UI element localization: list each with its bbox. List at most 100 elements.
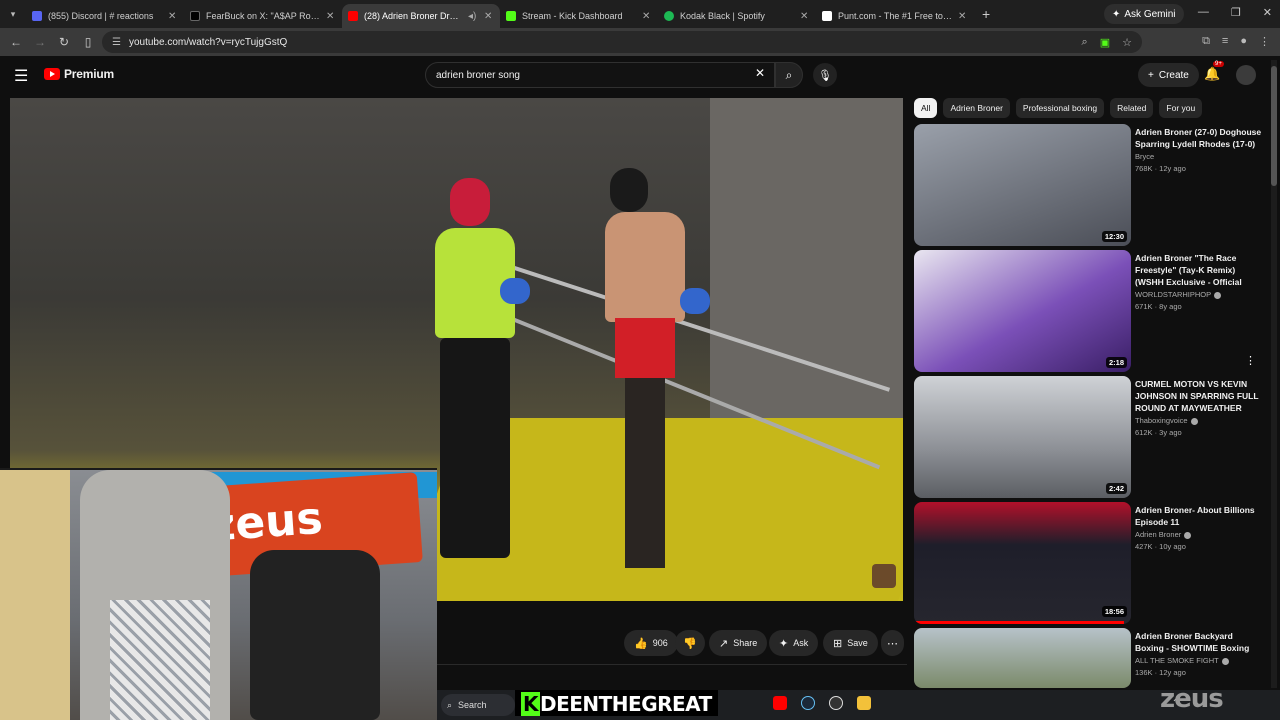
dislike-button[interactable]: 👎 (675, 630, 705, 656)
verified-icon (1221, 657, 1229, 665)
video-title[interactable]: Adrien Broner (27-0) Doghouse Sparring L… (1135, 126, 1263, 150)
reload-icon[interactable]: ↻ (52, 35, 76, 49)
channel-name[interactable]: Bryce (1135, 152, 1263, 161)
menu-icon[interactable]: ≡ (1222, 35, 1228, 48)
channel-name[interactable]: ALL THE SMOKE FIGHT (1135, 656, 1263, 665)
share-button[interactable]: ↗ Share (709, 630, 768, 656)
list-item[interactable]: 12:30 Adrien Broner (27-0) Doghouse Spar… (914, 124, 1269, 246)
profile-icon[interactable]: ● (1240, 35, 1247, 48)
video-thumbnail[interactable] (914, 628, 1131, 688)
more-actions-button[interactable]: ⋯ (881, 630, 904, 656)
video-title[interactable]: Adrien Broner- About Billions Episode 11 (1135, 504, 1263, 528)
chip-professional-boxing[interactable]: Professional boxing (1015, 98, 1105, 118)
video-meta: 612K · 3y ago (1135, 428, 1182, 437)
voice-search-button[interactable]: 🎙 (813, 63, 837, 87)
tab-spotify[interactable]: Kodak Black | Spotify ✕ (658, 4, 816, 28)
new-tab-icon[interactable]: + (982, 6, 990, 22)
notification-badge: 9+ (1213, 61, 1224, 67)
clear-search-icon[interactable]: ✕ (755, 66, 765, 80)
restore-icon[interactable]: ❐ (1231, 6, 1241, 19)
share-label: Share (733, 638, 758, 648)
forward-icon[interactable]: → (28, 35, 52, 49)
zoom-icon[interactable]: ⌕ (1082, 36, 1088, 49)
minimize-icon[interactable]: — (1198, 6, 1209, 19)
chip-related[interactable]: Related (1110, 98, 1154, 118)
channel-watermark[interactable] (872, 564, 896, 588)
video-title[interactable]: Adrien Broner "The Race Freestyle" (Tay-… (1135, 252, 1263, 288)
blue-glove (680, 288, 710, 314)
bare-torso (605, 212, 685, 322)
bookmark-star-icon[interactable]: ☆ (1122, 36, 1132, 49)
obs-icon[interactable] (829, 696, 843, 710)
back-icon[interactable]: ← (4, 35, 28, 49)
sidebar-icon[interactable]: ▯ (76, 35, 100, 49)
tab-search-icon[interactable]: ▾ (0, 9, 26, 20)
extension-puzzle-icon[interactable]: ⧉ (1202, 35, 1210, 48)
file-explorer-icon[interactable] (857, 696, 871, 710)
like-button[interactable]: 👍 906 (624, 630, 678, 656)
extension-icons: ⧉ ≡ ● ⋮ (1202, 35, 1270, 48)
address-bar[interactable]: ☰ youtube.com/watch?v=rycTujgGstQ ⌕ ▣ ☆ (102, 31, 1142, 53)
channel-name-text: ALL THE SMOKE FIGHT (1135, 656, 1219, 665)
tab-discord[interactable]: (855) Discord | # reactions ✕ (26, 4, 184, 28)
video-thumbnail[interactable]: 12:30 (914, 124, 1131, 246)
tab-punt[interactable]: Punt.com - The #1 Free to Play ✕ (816, 4, 974, 28)
video-meta: 768K · 12y ago (1135, 164, 1186, 173)
tab-audio-icon[interactable]: ◂) (468, 11, 478, 22)
youtube-app-icon[interactable] (773, 696, 787, 710)
video-meta: 136K · 12y ago (1135, 668, 1186, 677)
youtube-play-icon (44, 68, 60, 80)
video-title[interactable]: Adrien Broner Backyard Boxing - SHOWTIME… (1135, 630, 1263, 654)
tab-close-icon[interactable]: ✕ (168, 11, 178, 22)
video-title[interactable]: CURMEL MOTON VS KEVIN JOHNSON IN SPARRIN… (1135, 378, 1263, 414)
steam-icon[interactable] (801, 696, 815, 710)
chip-for-you[interactable]: For you (1159, 98, 1203, 118)
tab-close-icon[interactable]: ✕ (642, 11, 652, 22)
bell-icon: 🔔 (1204, 66, 1221, 81)
search-input[interactable]: adrien broner song (425, 62, 775, 88)
verified-icon (1214, 291, 1222, 299)
tab-close-icon[interactable]: ✕ (326, 11, 336, 22)
ask-gemini-button[interactable]: ✦ Ask Gemini (1104, 4, 1184, 24)
save-button[interactable]: ⊞ Save (823, 630, 878, 656)
tab-title: (855) Discord | # reactions (48, 11, 154, 21)
channel-name[interactable]: WORLDSTARHIPHOP (1135, 290, 1263, 299)
tab-x[interactable]: FearBuck on X: "A$AP Rocky g ✕ (184, 4, 342, 28)
address-toolbar: ← → ↻ ▯ ☰ youtube.com/watch?v=rycTujgGst… (0, 28, 1280, 56)
scrollbar-thumb[interactable] (1271, 66, 1277, 186)
spotify-icon (664, 11, 674, 21)
discord-icon (32, 11, 42, 21)
list-item[interactable]: 2:18 Adrien Broner "The Race Freestyle" … (914, 250, 1269, 372)
hamburger-menu-icon[interactable]: ☰ (14, 66, 28, 86)
video-thumbnail[interactable]: 2:18 (914, 250, 1131, 372)
thumbs-down-icon: 👎 (683, 637, 697, 650)
video-thumbnail[interactable]: 2:42 (914, 376, 1131, 498)
video-thumbnail[interactable]: 18:56 (914, 502, 1131, 624)
create-button[interactable]: + Create (1138, 63, 1199, 87)
tab-close-icon[interactable]: ✕ (484, 11, 494, 22)
chip-adrien-broner[interactable]: Adrien Broner (943, 98, 1010, 118)
extension-icon[interactable]: ▣ (1100, 36, 1110, 49)
youtube-logo[interactable]: Premium (44, 67, 114, 81)
save-label: Save (847, 638, 868, 648)
tab-kick[interactable]: Stream - Kick Dashboard ✕ (500, 4, 658, 28)
close-window-icon[interactable]: ✕ (1263, 6, 1272, 19)
tab-close-icon[interactable]: ✕ (958, 11, 968, 22)
taskbar-search[interactable]: ⌕ Search (441, 694, 515, 716)
more-menu-icon[interactable]: ⋮ (1259, 35, 1270, 48)
search-button[interactable]: ⌕ (775, 62, 803, 88)
list-item[interactable]: Adrien Broner Backyard Boxing - SHOWTIME… (914, 628, 1269, 688)
create-label: Create (1158, 69, 1189, 81)
ask-button[interactable]: ✦ Ask (769, 630, 819, 656)
more-vert-icon[interactable]: ⋮ (1245, 354, 1256, 367)
avatar[interactable] (1236, 65, 1256, 85)
chip-all[interactable]: All (914, 98, 938, 118)
list-item[interactable]: 18:56 Adrien Broner- About Billions Epis… (914, 502, 1269, 624)
channel-name[interactable]: Adrien Broner (1135, 530, 1263, 539)
site-info-icon[interactable]: ☰ (112, 37, 121, 48)
list-item[interactable]: 2:42 CURMEL MOTON VS KEVIN JOHNSON IN SP… (914, 376, 1269, 498)
tab-youtube[interactable]: (28) Adrien Broner Drops S ◂) ✕ (342, 4, 500, 28)
notifications-button[interactable]: 🔔 9+ (1204, 61, 1224, 82)
tab-close-icon[interactable]: ✕ (800, 11, 810, 22)
channel-name[interactable]: Thaboxingvoice (1135, 416, 1263, 425)
